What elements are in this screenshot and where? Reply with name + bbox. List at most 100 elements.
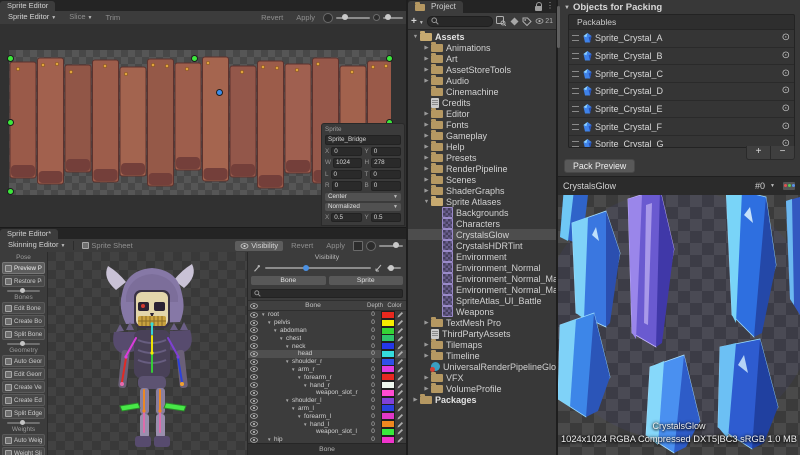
expand-arrow-icon[interactable]: ▼ — [285, 359, 291, 364]
tool-button-edit-bone[interactable]: Edit Bone — [2, 302, 45, 314]
object-picker-icon[interactable]: ⊙ — [782, 86, 790, 96]
preview-page-dropdown[interactable]: #0▼ — [751, 181, 779, 191]
project-item-audio[interactable]: ▶Audio — [408, 75, 556, 86]
visibility-eye-icon[interactable] — [248, 398, 259, 404]
field-value[interactable]: 278 — [371, 158, 401, 168]
drag-handle-icon[interactable] — [572, 141, 579, 147]
project-item-environment-normal-mask[interactable]: Environment_Normal_Mask — [408, 284, 556, 295]
expand-arrow-icon[interactable]: ▼ — [297, 414, 303, 419]
field-value[interactable]: 1024 — [333, 158, 362, 168]
bone-color-swatch[interactable] — [381, 327, 395, 335]
bone-row-hand-r[interactable]: ▼hand_r0 — [248, 381, 406, 389]
color-edit-icon[interactable] — [395, 366, 406, 373]
trim-button[interactable]: Trim — [100, 13, 125, 23]
hidden-count-toggle[interactable]: 21 — [535, 16, 553, 26]
visibility-eye-icon[interactable] — [248, 437, 259, 443]
expand-arrow-icon[interactable]: ▶ — [422, 166, 431, 172]
kebab-menu-icon[interactable]: ⋮ — [546, 1, 554, 11]
field-value[interactable]: 0 — [331, 147, 361, 157]
window-divider[interactable] — [406, 0, 408, 455]
sprite-handle[interactable] — [7, 55, 14, 62]
field-value[interactable]: 0 — [371, 147, 401, 157]
bone-opacity-slider[interactable] — [265, 267, 371, 269]
bone-color-swatch[interactable] — [381, 428, 395, 436]
sprite-handle[interactable] — [7, 188, 14, 195]
search-by-type-icon[interactable] — [509, 16, 519, 26]
visibility-eye-icon[interactable] — [248, 366, 259, 372]
bone-row-neck[interactable]: ▼neck0 — [248, 342, 406, 350]
revert-button[interactable]: Revert — [286, 241, 318, 251]
sprite-handle[interactable] — [191, 55, 198, 62]
project-item-animations[interactable]: ▶Animations — [408, 42, 556, 53]
sidebar-mini-slider[interactable] — [7, 422, 40, 424]
sprite-name-field[interactable]: Sprite_Bridge — [325, 135, 401, 145]
drag-handle-icon[interactable] — [572, 53, 579, 59]
visibility-eye-icon[interactable] — [248, 429, 259, 435]
expand-arrow-icon[interactable]: ▼ — [291, 406, 297, 411]
visibility-toggle[interactable]: Visibility — [235, 241, 283, 251]
visibility-eye-icon[interactable] — [248, 343, 259, 349]
tab-project[interactable]: Project — [408, 1, 463, 13]
search-by-label-icon[interactable] — [522, 16, 532, 26]
expand-arrow-icon[interactable]: ▼ — [297, 375, 303, 380]
packable-row-sprite-crystal-f[interactable]: Sprite_Crystal_F⊙ — [569, 118, 794, 136]
skinning-mode-dropdown[interactable]: Skinning Editor▼ — [3, 240, 70, 251]
project-item-cinemachine[interactable]: Cinemachine — [408, 86, 556, 97]
project-item-presets[interactable]: ▶Presets — [408, 152, 556, 163]
tool-button-split-bone[interactable]: Split Bone — [2, 328, 45, 340]
overlay-icon[interactable] — [353, 241, 363, 251]
tab-bone[interactable]: Bone — [251, 276, 326, 285]
project-item-sprite-atlases[interactable]: ▼Sprite Atlases — [408, 196, 556, 207]
pivot-unit-mode-dropdown[interactable]: Normalized▼ — [325, 203, 401, 211]
bone-row-shoulder-l[interactable]: ▼shoulder_l0 — [248, 397, 406, 405]
drag-handle-icon[interactable] — [572, 106, 579, 112]
visibility-eye-icon[interactable] — [248, 359, 259, 365]
bone-row-forearm-r[interactable]: ▼forearm_r0 — [248, 373, 406, 381]
search-in-icon[interactable] — [496, 16, 506, 26]
visibility-eye-icon[interactable] — [248, 374, 259, 380]
bone-row-pelvis[interactable]: ▼pelvis0 — [248, 319, 406, 327]
expand-arrow-icon[interactable]: ▶ — [422, 375, 431, 381]
atlas-preview-canvas[interactable]: CrystalsGlow 1024x1024 RGBA Compressed D… — [558, 195, 800, 455]
tool-button-create-edge[interactable]: Create Edge — [2, 394, 45, 406]
visibility-eye-icon[interactable] — [248, 405, 259, 411]
expand-arrow-icon[interactable]: ▶ — [422, 155, 431, 161]
color-edit-icon[interactable] — [395, 413, 406, 420]
color-edit-icon[interactable] — [395, 436, 406, 443]
color-edit-icon[interactable] — [395, 327, 406, 334]
scrollbar-thumb[interactable] — [557, 6, 560, 48]
drag-handle-icon[interactable] — [572, 124, 579, 130]
bone-color-swatch[interactable] — [381, 389, 395, 397]
project-item-editor[interactable]: ▶Editor — [408, 108, 556, 119]
visibility-eye-icon[interactable] — [248, 382, 259, 388]
color-edit-icon[interactable] — [395, 319, 406, 326]
tool-button-edit-geometry[interactable]: Edit Geometry — [2, 368, 45, 380]
expand-arrow-icon[interactable]: ▶ — [422, 320, 431, 326]
bone-row-weapon-slot-l[interactable]: weapon_slot_l0 — [248, 428, 406, 436]
apply-button[interactable]: Apply — [321, 241, 350, 251]
expand-arrow-icon[interactable]: ▶ — [422, 188, 431, 194]
apply-button[interactable]: Apply — [291, 13, 320, 23]
project-item-universalrenderpipelineglob[interactable]: UniversalRenderPipelineGlob — [408, 361, 556, 372]
sprite-handle[interactable] — [386, 55, 393, 62]
field-value[interactable]: 0.5 — [371, 213, 401, 223]
project-item-thirdpartyassets[interactable]: ThirdPartyAssets — [408, 328, 556, 339]
project-item-gameplay[interactable]: ▶Gameplay — [408, 130, 556, 141]
project-item-assetstoretools[interactable]: ▶AssetStoreTools — [408, 64, 556, 75]
revert-button[interactable]: Revert — [256, 13, 288, 23]
mesh-opacity-slider[interactable] — [387, 267, 401, 269]
expand-arrow-icon[interactable]: ▼ — [285, 398, 291, 403]
drag-handle-icon[interactable] — [572, 88, 579, 94]
project-item-shadergraphs[interactable]: ▶ShaderGraphs — [408, 185, 556, 196]
project-item-textmesh-pro[interactable]: ▶TextMesh Pro — [408, 317, 556, 328]
expand-arrow-icon[interactable]: ▼ — [267, 320, 273, 325]
color-edit-icon[interactable] — [395, 335, 406, 342]
expand-arrow-icon[interactable]: ▶ — [422, 386, 431, 392]
sidebar-mini-slider[interactable] — [7, 290, 40, 292]
expand-arrow-icon[interactable]: ▶ — [422, 144, 431, 150]
tool-button-restore-pose[interactable]: Restore Pose — [2, 275, 45, 287]
project-item-environment[interactable]: Environment — [408, 251, 556, 262]
expand-arrow-icon[interactable]: ▶ — [422, 342, 431, 348]
project-item-crystalshdrtint[interactable]: CrystalsHDRTint — [408, 240, 556, 251]
expand-arrow-icon[interactable]: ▼ — [422, 199, 431, 205]
